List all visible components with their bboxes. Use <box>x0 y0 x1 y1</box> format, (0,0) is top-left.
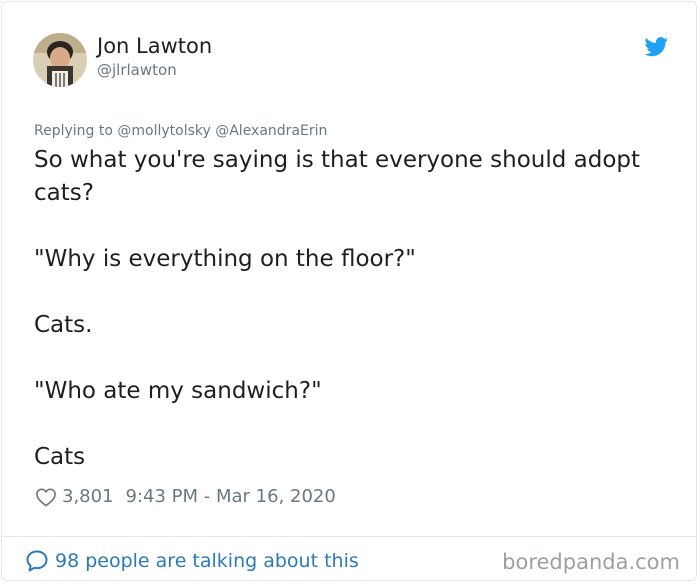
tweet-paragraph: So what you're saying is that everyone s… <box>34 147 641 206</box>
speech-bubble-icon <box>25 549 49 573</box>
heart-icon[interactable] <box>35 487 57 507</box>
tweet-paragraph: "Why is everything on the floor?" <box>34 246 416 272</box>
conversation-link[interactable]: 98 people are talking about this <box>25 547 359 575</box>
author-name[interactable]: Jon Lawton <box>97 34 212 58</box>
avatar[interactable] <box>33 33 87 87</box>
tweet-paragraph: Cats <box>34 444 86 470</box>
like-count[interactable]: 3,801 <box>62 485 114 509</box>
tweet-meta: 3,801 9:43 PM - Mar 16, 2020 <box>35 485 336 509</box>
replying-to[interactable]: Replying to @mollytolsky @AlexandraErin <box>34 122 327 140</box>
watermark-text: boredpanda.com <box>502 550 680 574</box>
tweet-timestamp[interactable]: 9:43 PM - Mar 16, 2020 <box>126 485 336 509</box>
tweet-card: Jon Lawton @jlrlawton Replying to @molly… <box>1 1 697 581</box>
tweet-text: So what you're saying is that everyone s… <box>34 144 684 507</box>
tweet-paragraph: "Who ate my sandwich?" <box>34 378 322 404</box>
conversation-link-label: 98 people are talking about this <box>55 550 359 572</box>
divider <box>2 536 696 537</box>
tweet-paragraph: Cats. <box>34 312 93 338</box>
twitter-bird-icon[interactable] <box>644 37 669 57</box>
author-handle[interactable]: @jlrlawton <box>97 61 177 79</box>
